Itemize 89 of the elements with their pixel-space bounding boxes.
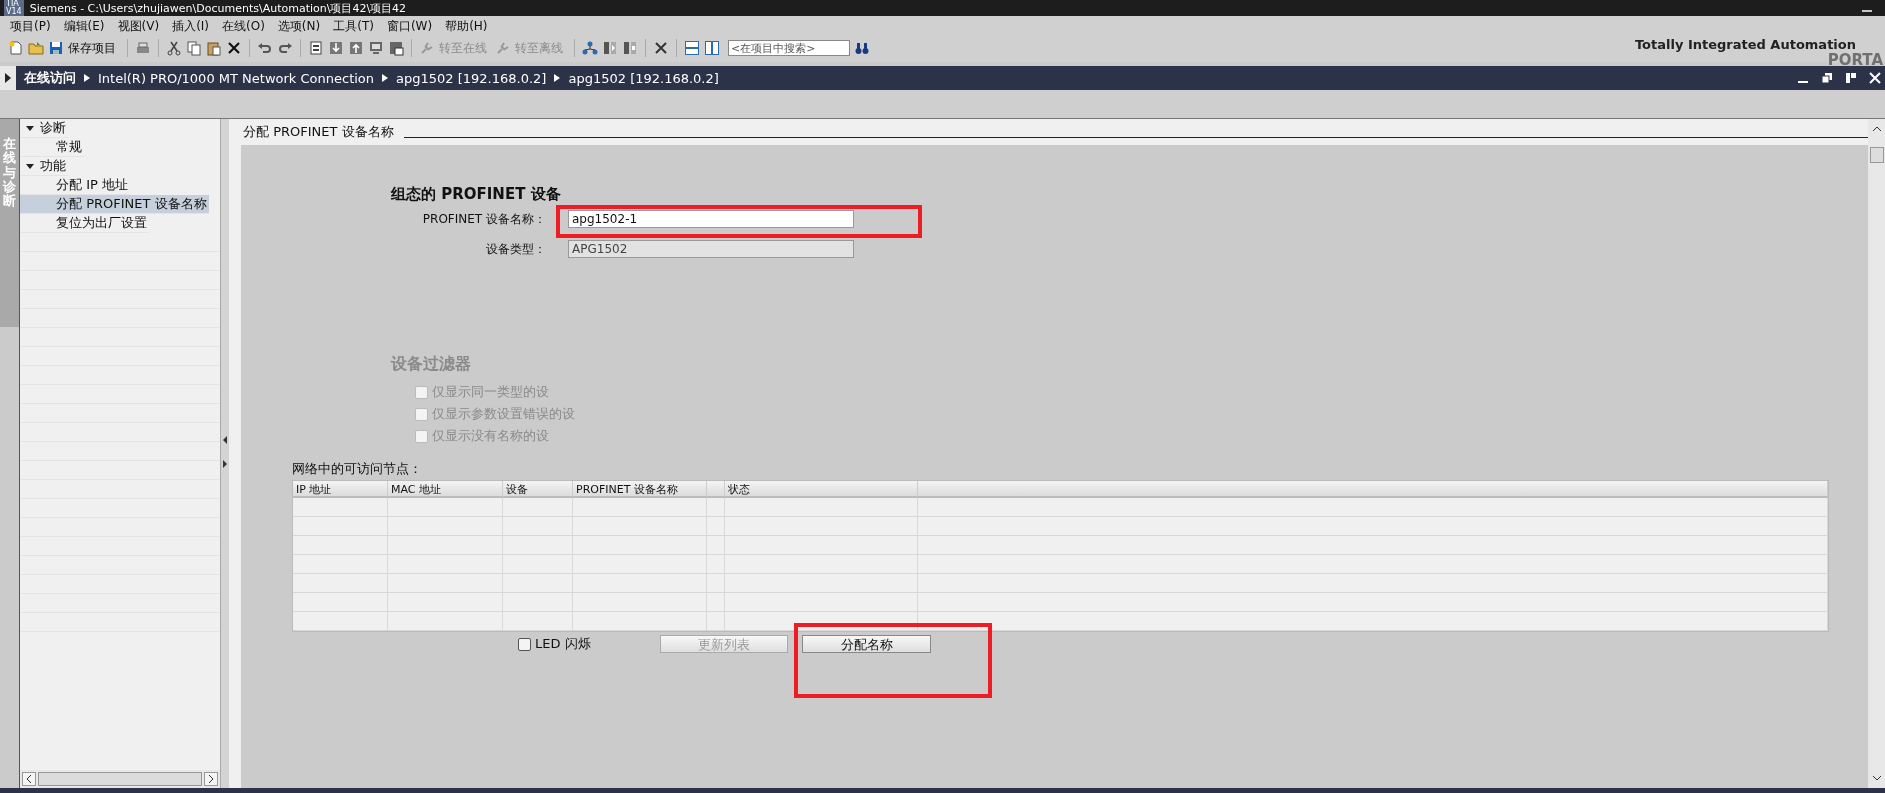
chevron-icon: [84, 74, 90, 82]
table-caption: 网络中的可访问节点：: [292, 460, 422, 478]
logo-text: V14: [6, 8, 22, 16]
menu-item[interactable]: 帮助(H): [441, 17, 497, 35]
menu-item[interactable]: 工具(T): [329, 17, 383, 35]
upload-icon[interactable]: [348, 40, 364, 56]
restore-icon[interactable]: [1821, 72, 1833, 84]
menu-item[interactable]: 插入(I): [168, 17, 219, 35]
text-field[interactable]: apg1502-1: [568, 210, 854, 228]
table-cell: [503, 517, 573, 536]
start-icon[interactable]: [602, 40, 618, 56]
scrollbar-thumb[interactable]: [38, 772, 202, 786]
cut-icon[interactable]: [166, 40, 182, 56]
binoculars-icon[interactable]: [854, 40, 870, 56]
close-icon[interactable]: [1869, 72, 1881, 84]
table-cell: [503, 536, 573, 555]
tree-item[interactable]: 分配 PROFINET 设备名称: [20, 195, 209, 214]
menu-item[interactable]: 选项(N): [273, 17, 330, 35]
runtime-icon[interactable]: [388, 40, 404, 56]
column-header[interactable]: 设备: [503, 481, 573, 498]
split-vertical-icon[interactable]: [704, 40, 720, 56]
column-header[interactable]: MAC 地址: [388, 481, 503, 498]
field-label: PROFINET 设备名称：: [421, 210, 546, 228]
table-cell: [503, 593, 573, 612]
table-cell: [503, 612, 573, 631]
chevron-icon: [382, 74, 389, 82]
table-cell: [707, 536, 725, 555]
led-checkbox[interactable]: LED 闪烁: [518, 635, 616, 653]
brand-subtitle: PORTA: [1827, 53, 1883, 68]
logo-text: TIA: [6, 0, 19, 8]
table-cell: [707, 593, 725, 612]
expand-icon[interactable]: [0, 66, 16, 90]
table-cell: [707, 517, 725, 536]
paste-icon[interactable]: [206, 40, 222, 56]
tree-item[interactable]: 常规: [20, 138, 84, 157]
breadcrumb-item[interactable]: Intel(R) PRO/1000 MT Network Connection: [98, 70, 375, 86]
table-cell: [707, 612, 725, 631]
scroll-right-icon[interactable]: [204, 772, 218, 786]
download-icon[interactable]: [328, 40, 344, 56]
search-field[interactable]: <在项目中搜索>: [728, 40, 850, 56]
section-title: 分配 PROFINET 设备名称: [243, 123, 394, 141]
save-project-button[interactable]: 保存项目: [68, 39, 116, 57]
menu-item[interactable]: 窗口(W): [382, 17, 442, 35]
filter-heading: 设备过滤器: [391, 354, 472, 375]
print-icon[interactable]: [135, 40, 151, 56]
scroll-left-icon[interactable]: [22, 772, 36, 786]
breadcrumb-item[interactable]: apg1502 [192.168.0.2]: [396, 70, 547, 86]
compile-icon[interactable]: [308, 40, 324, 56]
tree-item[interactable]: 诊断: [20, 119, 68, 138]
column-header[interactable]: IP 地址: [293, 481, 388, 498]
redo-icon[interactable]: [277, 40, 293, 56]
caret-icon[interactable]: [26, 162, 34, 170]
field-label: 设备类型：: [485, 240, 546, 258]
table-cell: [707, 498, 725, 517]
undo-icon[interactable]: [257, 40, 273, 56]
table-cell: [503, 574, 573, 593]
menu-item[interactable]: 在线(O): [218, 17, 274, 35]
tools-icon[interactable]: [653, 40, 669, 56]
chevron-icon: [554, 74, 561, 82]
network-icon[interactable]: [582, 40, 598, 56]
horizontal-scrollbar[interactable]: [20, 770, 220, 788]
stop-icon[interactable]: [622, 40, 638, 56]
copy-icon[interactable]: [186, 40, 202, 56]
caret-icon[interactable]: [26, 124, 34, 132]
menu-item[interactable]: 编辑(E): [59, 17, 114, 35]
section-heading: 组态的 PROFINET 设备: [391, 185, 562, 204]
monitor-icon[interactable]: [368, 40, 384, 56]
action-button[interactable]: 分配名称: [802, 635, 931, 653]
new-file-icon[interactable]: [8, 40, 24, 56]
scrollbar-thumb[interactable]: [1869, 147, 1884, 163]
column-header[interactable]: PROFINET 设备名称: [573, 481, 707, 498]
table-cell: [503, 498, 573, 517]
menu-item[interactable]: 视图(V): [113, 17, 169, 35]
delete-icon[interactable]: [226, 40, 242, 56]
brand-title: Totally Integrated Automation: [1634, 37, 1856, 53]
column-header[interactable]: 状态: [725, 481, 918, 498]
split-horizontal-icon[interactable]: [684, 40, 700, 56]
save-icon[interactable]: [48, 40, 64, 56]
table-cell: [503, 555, 573, 574]
dock-icon[interactable]: [1845, 72, 1857, 84]
tree-item[interactable]: 功能: [20, 157, 68, 176]
window-title: Siemens - C:\Users\zhujiawen\Documents\Automation\项目42\项目42: [29, 0, 407, 16]
table-cell: [707, 574, 725, 593]
menu-item[interactable]: 项目(P): [6, 17, 60, 35]
breadcrumb-item[interactable]: 在线访问: [24, 69, 76, 87]
table-cell: [707, 555, 725, 574]
breadcrumb-item[interactable]: apg1502 [192.168.0.2]: [568, 70, 719, 86]
vertical-scrollbar[interactable]: [1868, 119, 1885, 788]
tree-item[interactable]: 复位为出厂设置: [20, 214, 149, 233]
